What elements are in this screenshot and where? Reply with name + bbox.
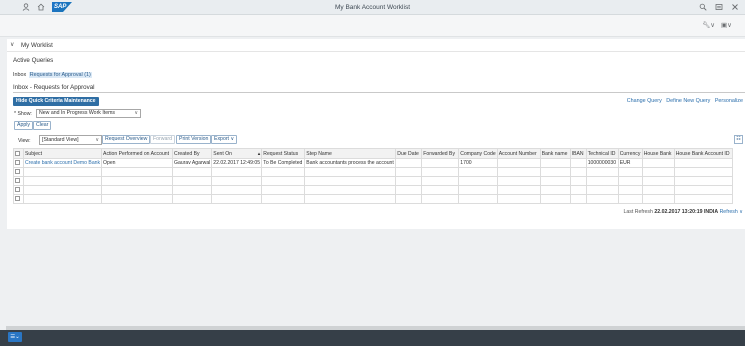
table-cell: Open [101, 158, 174, 168]
table-row[interactable] [13, 167, 733, 177]
show-label: * Show: [14, 111, 32, 117]
table-row[interactable] [13, 185, 733, 195]
view-select[interactable]: [Standard View] ∨ [39, 135, 102, 145]
worklist-table: Subject Action Performed on Account Crea… [13, 148, 733, 204]
forward-button[interactable]: Forward [150, 135, 176, 144]
column-header[interactable]: Technical ID [585, 148, 619, 159]
settings-icon[interactable] [714, 3, 723, 12]
column-header[interactable]: Step Name [304, 148, 397, 159]
export-label: Export [214, 136, 229, 142]
subject-link[interactable]: Create bank account Demo Bank [22, 158, 103, 168]
column-header[interactable]: Account Number [496, 148, 541, 159]
inbox-requests-link[interactable]: Requests for Approval (1) [28, 72, 92, 78]
chevron-down-icon: ∨ [95, 137, 99, 143]
layout-dropdown-icon[interactable]: ▣∨ [721, 21, 732, 29]
wrench-dropdown-icon[interactable]: 🔧︎∨ [702, 21, 715, 29]
inbox-title: Inbox - Requests for Approval [13, 84, 95, 91]
column-header[interactable]: Currency [617, 148, 643, 159]
personalize-link[interactable]: Personalize [715, 98, 743, 104]
clear-button[interactable]: Clear [33, 121, 52, 130]
row-checkbox[interactable] [13, 176, 24, 186]
table-row[interactable] [13, 194, 733, 204]
active-queries-label: Active Queries [13, 57, 54, 64]
table-header-row: Subject Action Performed on Account Crea… [13, 148, 733, 159]
search-icon[interactable] [698, 3, 707, 12]
last-refresh-timestamp: 22.02.2017 13:20:19 INDIA [654, 209, 719, 215]
table-cell [539, 158, 571, 168]
table-cell: EUR [617, 158, 643, 168]
table-cell: 1700 [458, 158, 498, 168]
print-version-button[interactable]: Print Version [176, 135, 212, 144]
view-select-value: [Standard View] [42, 137, 79, 143]
filter-icon[interactable]: ☷ [734, 135, 743, 144]
table-cell [641, 158, 675, 168]
row-checkbox[interactable] [13, 158, 24, 168]
worklist-label: My Worklist [21, 42, 53, 49]
hide-quick-criteria-button[interactable]: Hide Quick Criteria Maintenance [13, 97, 99, 106]
column-header[interactable]: House Bank [641, 148, 675, 159]
column-header[interactable]: Due Date [395, 148, 423, 159]
column-header[interactable]: Created By [172, 148, 213, 159]
column-header[interactable]: Request Status [261, 148, 306, 159]
last-refresh-label: Last Refresh [623, 209, 653, 215]
worklist-header[interactable]: ∨ My Worklist [7, 39, 745, 52]
column-header[interactable]: Sent On ▴ [211, 148, 263, 159]
chevron-down-icon: ∨ [134, 110, 138, 116]
table-cell: To Be Completed [261, 158, 306, 168]
column-header[interactable]: Subject [22, 148, 103, 159]
sort-icon: ▴ [257, 150, 261, 157]
inbox-row: Inbox Requests for Approval (1) [13, 72, 92, 78]
divider [13, 92, 745, 93]
table-cell [569, 158, 587, 168]
chevron-down-icon: ∨ [230, 136, 235, 142]
footer-menu-icon[interactable]: ☰⌄ [8, 332, 22, 342]
table-row[interactable] [13, 176, 733, 186]
select-all-checkbox[interactable] [13, 148, 24, 159]
query-links: Change Query Define New Query Personaliz… [624, 98, 743, 104]
row-checkbox[interactable] [13, 185, 24, 195]
footer-bar [0, 330, 745, 346]
define-new-query-link[interactable]: Define New Query [666, 98, 710, 104]
refresh-link[interactable]: Refresh [720, 209, 738, 215]
column-header[interactable]: House Bank Account ID [673, 148, 733, 159]
row-checkbox[interactable] [13, 194, 24, 204]
request-overview-button[interactable]: Request Overview [102, 135, 151, 144]
table-cell: Gaurav Agarwal [172, 158, 213, 168]
chevron-down-icon[interactable]: ∨ [10, 41, 14, 48]
last-refresh: Last Refresh 22.02.2017 13:20:19 INDIA R… [624, 209, 744, 215]
column-header[interactable]: Action Performed on Account [101, 148, 174, 159]
view-label: View: [18, 138, 31, 144]
apply-button[interactable]: Apply [14, 121, 33, 130]
chevron-down-icon[interactable]: ∨ [739, 209, 743, 215]
table-cell: 22.02.2017 12:49:05 [211, 158, 263, 168]
table-cell: 1000000030 [585, 158, 619, 168]
change-query-link[interactable]: Change Query [627, 98, 662, 104]
shell-bar: SAP My Bank Account Worklist [0, 0, 745, 15]
page-title: My Bank Account Worklist [334, 4, 411, 11]
row-checkbox[interactable] [13, 167, 24, 177]
table-cell [421, 158, 460, 168]
table-cell [395, 158, 423, 168]
column-header[interactable]: IBAN [569, 148, 587, 159]
column-header[interactable]: Company Code [458, 148, 498, 159]
show-select-value: New and In Progress Work Items [39, 110, 116, 116]
table-cell [673, 158, 733, 168]
export-button[interactable]: Export ∨ [211, 135, 238, 144]
sub-header: 🔧︎∨ ▣∨ [0, 15, 745, 37]
table-cell [496, 158, 541, 168]
main-panel: ∨ My Worklist Active Queries Inbox Reque… [7, 39, 745, 229]
inbox-prefix: Inbox [13, 72, 27, 78]
column-header[interactable]: Forwarded By [421, 148, 460, 159]
close-icon[interactable] [730, 3, 739, 12]
table-cell: Bank accountants process the account [304, 158, 397, 168]
table-row[interactable]: Create bank account Demo Bank Open Gaura… [13, 158, 733, 168]
column-header[interactable]: Bank name [539, 148, 571, 159]
show-select[interactable]: New and In Progress Work Items ∨ [36, 109, 141, 118]
